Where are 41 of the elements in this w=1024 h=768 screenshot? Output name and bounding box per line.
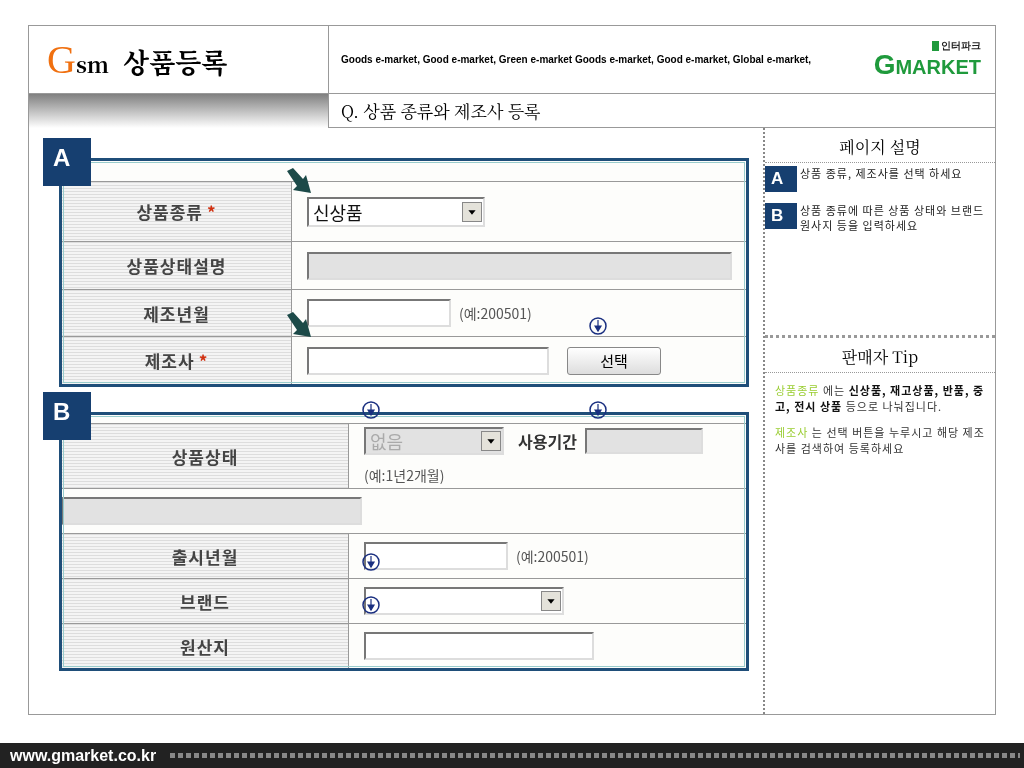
input-field[interactable]: [307, 346, 549, 375]
section-badge: A: [765, 166, 797, 192]
field-label: 상품상태: [62, 423, 349, 488]
tagline: Goods e-market, Good e-market, Green e-market Goods e-market, Good e-market, Global e-market,: [341, 54, 812, 65]
field-label: 브랜드: [62, 578, 349, 623]
field-label: 원산지: [62, 623, 349, 668]
question-heading: Q. 상품 종류와 제조사 등록: [329, 94, 995, 128]
input-field[interactable]: [584, 428, 703, 454]
tip-text: 상품종류 에는 신상품, 재고상품, 반품, 중고, 전시 상품 등으로 나눠집니다.: [775, 383, 986, 415]
select-field[interactable]: 신상품: [307, 196, 485, 227]
field-label: 제조년월: [62, 289, 292, 336]
input-field[interactable]: [364, 632, 594, 660]
input-field[interactable]: [307, 299, 451, 327]
pointer-arrow-icon: [285, 167, 313, 195]
field-label: 출시년월: [62, 533, 349, 578]
page-title: Gsm 상품등록: [47, 36, 228, 83]
section-badge: B: [43, 392, 91, 440]
text-field[interactable]: [62, 497, 362, 525]
site-url: www.gmarket.co.kr: [10, 746, 157, 765]
format-hint: (예:200501): [459, 303, 532, 323]
description-text: 상품 종류, 제조사를 선택 하세요: [800, 166, 963, 183]
side-title: 판매자 Tip: [765, 338, 995, 373]
format-hint: (예:1년2개월): [364, 465, 445, 485]
side-title: 페이지 설명: [765, 128, 995, 163]
dropdown-caret-icon[interactable]: [462, 201, 482, 222]
text-field[interactable]: [307, 251, 732, 280]
section-badge: B: [765, 203, 797, 229]
dropdown-caret-icon[interactable]: [541, 591, 561, 611]
select-button[interactable]: 선택: [567, 346, 661, 375]
select-field[interactable]: [364, 587, 564, 615]
section-badge: A: [43, 138, 91, 186]
field-label: 상품종류 *: [62, 181, 292, 241]
field-label: 상품상태설명: [62, 241, 292, 289]
tip-text: 제조사 는 선택 버튼을 누루시고 해당 제조사를 검색하여 등록하세요: [775, 424, 986, 457]
field-label: 제조사 *: [62, 336, 292, 384]
brand-logo: 인터파크 GMARKET: [873, 40, 981, 79]
period-label: 사용기간: [518, 429, 577, 453]
format-hint: (예:200501): [516, 546, 589, 566]
description-text: 상품 종류에 따른 상품 상태와 브랜드 원사지 등을 입력하세요: [800, 203, 986, 233]
pointer-arrow-icon: [285, 311, 313, 339]
input-field[interactable]: [364, 542, 508, 570]
